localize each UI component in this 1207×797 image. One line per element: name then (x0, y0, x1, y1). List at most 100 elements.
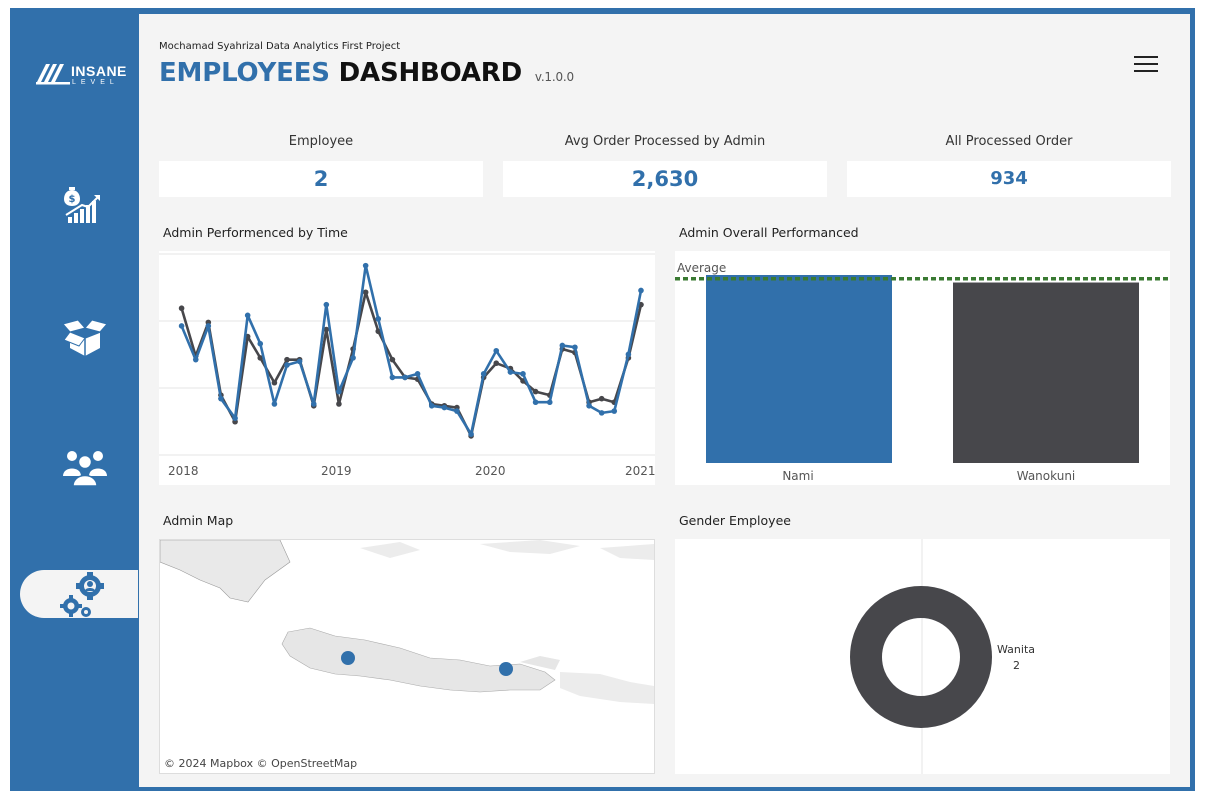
sidebar-item-employees[interactable] (20, 440, 138, 488)
series-1-point[interactable] (559, 342, 566, 349)
series-0-point[interactable] (362, 289, 369, 296)
series-0-point[interactable] (178, 305, 185, 312)
series-0-point[interactable] (598, 395, 605, 402)
line-chart-title: Admin Performenced by Time (163, 225, 348, 240)
sales-icon: $ (64, 187, 100, 223)
series-1-point[interactable] (428, 402, 435, 409)
page-title-part2: DASHBOARD (338, 58, 523, 88)
series-1-point[interactable] (611, 408, 618, 414)
series-0-point[interactable] (336, 401, 342, 407)
series-1-point[interactable] (625, 351, 632, 358)
series-1-point[interactable] (336, 388, 342, 395)
series-1-point[interactable] (402, 374, 408, 381)
donut-title: Gender Employee (679, 513, 791, 528)
average-label: Average (677, 261, 727, 275)
series-1-point[interactable] (572, 344, 578, 351)
series-1-point[interactable] (362, 262, 369, 269)
admin-gear-icon (60, 572, 104, 617)
series-1-point[interactable] (296, 358, 303, 365)
series-1-point[interactable] (520, 371, 526, 377)
series-1-point[interactable] (414, 371, 421, 377)
series-line-1 (180, 264, 643, 436)
series-1-point[interactable] (546, 399, 553, 406)
series-1-point[interactable] (310, 401, 317, 407)
version-label: v.1.0.0 (534, 70, 574, 84)
bar-nami[interactable] (706, 275, 892, 463)
series-1-point[interactable] (257, 340, 264, 347)
map-credit: © 2024 Mapbox © OpenStreetMap (164, 757, 358, 770)
sidebar-item-admin[interactable] (20, 570, 138, 618)
series-0-point[interactable] (271, 379, 278, 386)
series-1-point[interactable] (441, 404, 448, 411)
bar-wanokuni[interactable] (953, 282, 1139, 463)
sidebar-item-products[interactable] (20, 314, 138, 362)
kpi-processed-order-label: All Processed Order (945, 134, 1073, 149)
bar-label-nami: Nami (782, 469, 814, 483)
series-0-point[interactable] (284, 356, 290, 363)
bar-chart-title: Admin Overall Performanced (679, 225, 859, 240)
series-1-point[interactable] (323, 301, 330, 308)
donut-slice-wanita[interactable] (850, 586, 992, 728)
series-1-point[interactable] (454, 408, 460, 414)
series-1-point[interactable] (468, 431, 474, 437)
series-1-point[interactable] (350, 355, 356, 361)
series-1-point[interactable] (389, 374, 396, 381)
series-1-point[interactable] (271, 401, 278, 407)
series-0-point[interactable] (389, 356, 396, 363)
series-1-point[interactable] (218, 395, 224, 402)
line-chart (159, 253, 655, 456)
series-1-point[interactable] (244, 312, 251, 319)
x-tick-2021: 2021 (625, 464, 656, 478)
series-1-point[interactable] (480, 371, 487, 377)
svg-text:$: $ (69, 194, 76, 205)
menu-icon[interactable] (1134, 54, 1158, 74)
kpi-avg-order-value: 2,630 (503, 161, 827, 197)
bar-label-wanokuni: Wanokuni (1016, 469, 1076, 483)
donut-chart (850, 539, 992, 774)
series-1-point[interactable] (532, 399, 539, 406)
logo-word: INSANE (71, 63, 127, 79)
series-1-point[interactable] (598, 410, 605, 416)
line-chart-panel: 2018 2019 2020 2021 (159, 251, 656, 485)
kpi-employee-label: Employee (288, 134, 354, 149)
project-subtitle: Mochamad Syahrizal Data Analytics First … (159, 41, 401, 52)
app-frame: INSANE LEVEL $ Mochamad Syahrizal Data A… (10, 8, 1195, 791)
series-1-point[interactable] (586, 402, 592, 409)
series-1-point[interactable] (284, 362, 290, 368)
series-1-point[interactable] (375, 316, 382, 322)
main-content: Mochamad Syahrizal Data Analytics First … (139, 14, 1190, 787)
series-line-0 (180, 290, 643, 438)
page-title: EMPLOYEES DASHBOARD v.1.0.0 (159, 58, 574, 88)
donut-chart-panel: Wanita 2 (675, 539, 1170, 774)
series-1-point[interactable] (192, 356, 199, 363)
donut-value: 2 (1013, 659, 1020, 672)
logo-sub: LEVEL (72, 79, 119, 86)
x-tick-2020: 2020 (475, 464, 506, 478)
sidebar-item-sales[interactable]: $ (20, 183, 138, 231)
bar-chart (675, 275, 1170, 463)
logo: INSANE LEVEL (34, 62, 127, 92)
kpi-processed-order-value: 934 (847, 161, 1171, 197)
series-0-point[interactable] (493, 360, 500, 367)
page-title-part1: EMPLOYEES (159, 58, 330, 88)
kpi-avg-order-label: Avg Order Processed by Admin (564, 134, 766, 149)
series-1-point[interactable] (205, 323, 212, 329)
map-marker-wanokuni[interactable] (499, 662, 513, 676)
series-1-point[interactable] (638, 287, 644, 294)
map-canvas (159, 539, 654, 704)
series-1-point[interactable] (232, 415, 238, 421)
logo-mark-icon (36, 64, 70, 85)
x-tick-2018: 2018 (168, 464, 199, 478)
donut-label: Wanita (997, 643, 1035, 656)
x-tick-2019: 2019 (321, 464, 352, 478)
series-0-point[interactable] (532, 388, 539, 395)
map-marker-nami[interactable] (341, 651, 355, 665)
series-1-point[interactable] (493, 347, 500, 354)
series-1-point[interactable] (178, 323, 185, 329)
sidebar: INSANE LEVEL $ (10, 8, 138, 791)
admin-map[interactable]: © 2024 Mapbox © OpenStreetMap (159, 539, 655, 774)
series-1-point[interactable] (507, 369, 514, 375)
people-icon (63, 451, 107, 487)
map-title: Admin Map (163, 513, 234, 528)
box-icon (62, 319, 108, 356)
